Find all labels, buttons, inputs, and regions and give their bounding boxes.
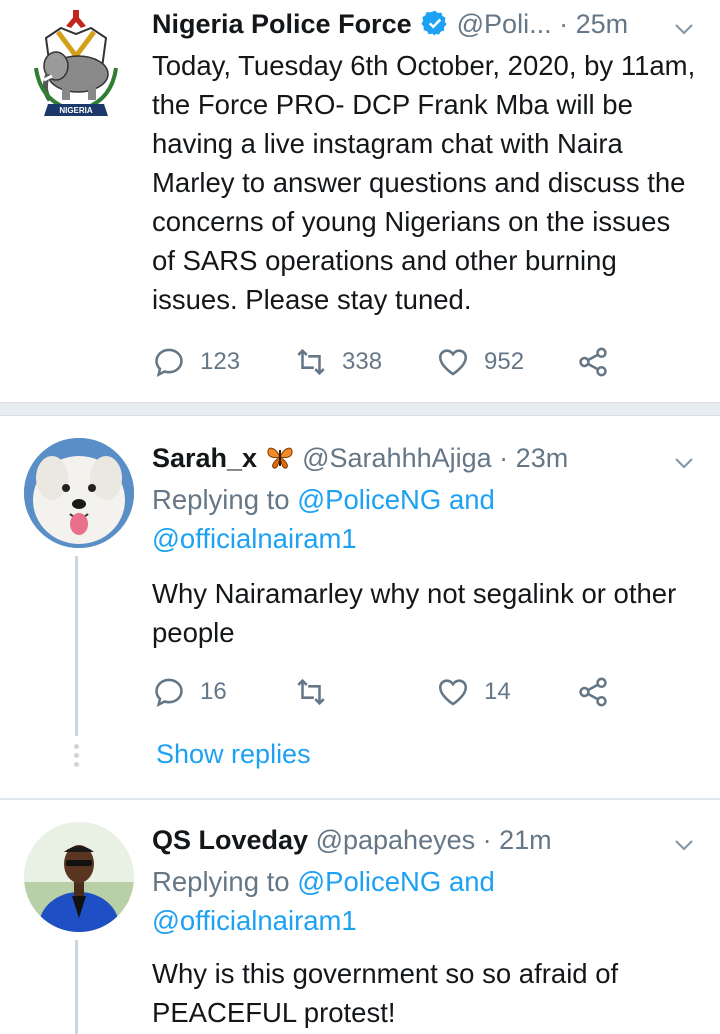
- reply-button[interactable]: 123: [152, 342, 240, 382]
- handle[interactable]: @papaheyes: [316, 825, 476, 855]
- tweet-header: Sarah_x @SarahhhAjiga · 23m: [152, 438, 696, 478]
- reply-count: 16: [200, 678, 227, 705]
- tweet-text: Today, Tuesday 6th October, 2020, by 11a…: [152, 50, 696, 315]
- reply-button[interactable]: 16: [152, 672, 227, 712]
- avatar[interactable]: [24, 822, 134, 932]
- share-button[interactable]: [576, 342, 610, 382]
- retweet-button[interactable]: [294, 672, 342, 712]
- avatar[interactable]: [24, 438, 134, 548]
- thread-line: [75, 940, 78, 1034]
- tweet-actions: 123 338 952: [152, 342, 622, 382]
- tweet-text: Why is this government so so afraid of P…: [152, 958, 619, 1028]
- like-button[interactable]: 952: [436, 342, 524, 382]
- timestamp[interactable]: 25m: [576, 9, 629, 39]
- mention-link[interactable]: @PoliceNG: [297, 866, 441, 897]
- mention-link[interactable]: @officialnairam1: [152, 523, 357, 554]
- tweet-reply[interactable]: QS Loveday @papaheyes · 21m Replying to …: [0, 800, 720, 1034]
- replying-to: Replying to @PoliceNG and @officialnaira…: [152, 480, 696, 558]
- svg-text:NIGERIA: NIGERIA: [59, 106, 93, 115]
- avatar[interactable]: NIGERIA: [26, 8, 126, 118]
- chevron-down-icon[interactable]: [672, 12, 696, 36]
- handle[interactable]: @Poli...: [457, 9, 552, 39]
- share-icon: [579, 677, 607, 707]
- tweet-text: Why Nairamarley why not segalink or othe…: [152, 578, 677, 648]
- like-count: 14: [484, 678, 511, 705]
- retweet-count: 338: [342, 348, 383, 375]
- like-button[interactable]: 14: [436, 672, 511, 712]
- mention-and[interactable]: and: [449, 484, 495, 515]
- replying-to-label: Replying to: [152, 866, 290, 897]
- show-replies-link[interactable]: Show replies: [156, 734, 311, 774]
- like-count: 952: [484, 348, 525, 375]
- reply-icon: [155, 678, 183, 708]
- retweet-button[interactable]: 338: [294, 342, 382, 382]
- reply-count: 123: [200, 348, 241, 375]
- thread-line: [75, 556, 78, 736]
- tweet-header: Nigeria Police Force @Poli... · 25m: [152, 4, 696, 44]
- mention-link[interactable]: @PoliceNG: [297, 484, 441, 515]
- reply-icon: [155, 348, 183, 378]
- thread-dots: [74, 744, 79, 771]
- tweet-actions: 16 14: [152, 672, 622, 712]
- separator-dot: ·: [499, 443, 509, 473]
- share-icon: [579, 347, 607, 377]
- share-button[interactable]: [576, 672, 610, 712]
- like-icon: [438, 349, 468, 376]
- section-divider: [0, 402, 720, 416]
- chevron-down-icon[interactable]: [672, 828, 696, 852]
- mention-and[interactable]: and: [449, 866, 495, 897]
- butterfly-emoji-icon: [265, 441, 295, 469]
- display-name[interactable]: Nigeria Police Force: [152, 9, 412, 39]
- replying-to: Replying to @PoliceNG and @officialnaira…: [152, 862, 696, 940]
- verified-badge-icon: [421, 8, 449, 36]
- timestamp[interactable]: 21m: [499, 825, 552, 855]
- separator-dot: ·: [559, 9, 569, 39]
- timestamp[interactable]: 23m: [516, 443, 569, 473]
- handle[interactable]: @SarahhhAjiga: [302, 443, 492, 473]
- dog-avatar-image: [24, 438, 134, 548]
- tweet-header: QS Loveday @papaheyes · 21m: [152, 820, 696, 860]
- chevron-down-icon[interactable]: [672, 446, 696, 470]
- retweet-icon: [297, 348, 325, 376]
- police-crest-icon: NIGERIA: [34, 10, 118, 116]
- like-icon: [438, 679, 468, 706]
- retweet-icon: [297, 678, 325, 706]
- replying-to-label: Replying to: [152, 484, 290, 515]
- display-name[interactable]: Sarah_x: [152, 443, 257, 473]
- mention-link[interactable]: @officialnairam1: [152, 905, 357, 936]
- display-name[interactable]: QS Loveday: [152, 825, 308, 855]
- tweet-reply[interactable]: Sarah_x @SarahhhAjiga · 23m Replying to …: [0, 416, 720, 798]
- tweet-main[interactable]: NIGERIA Nigeria Police Force @Poli... · …: [0, 0, 720, 402]
- person-avatar-image: [24, 822, 134, 932]
- separator-dot: ·: [482, 825, 492, 855]
